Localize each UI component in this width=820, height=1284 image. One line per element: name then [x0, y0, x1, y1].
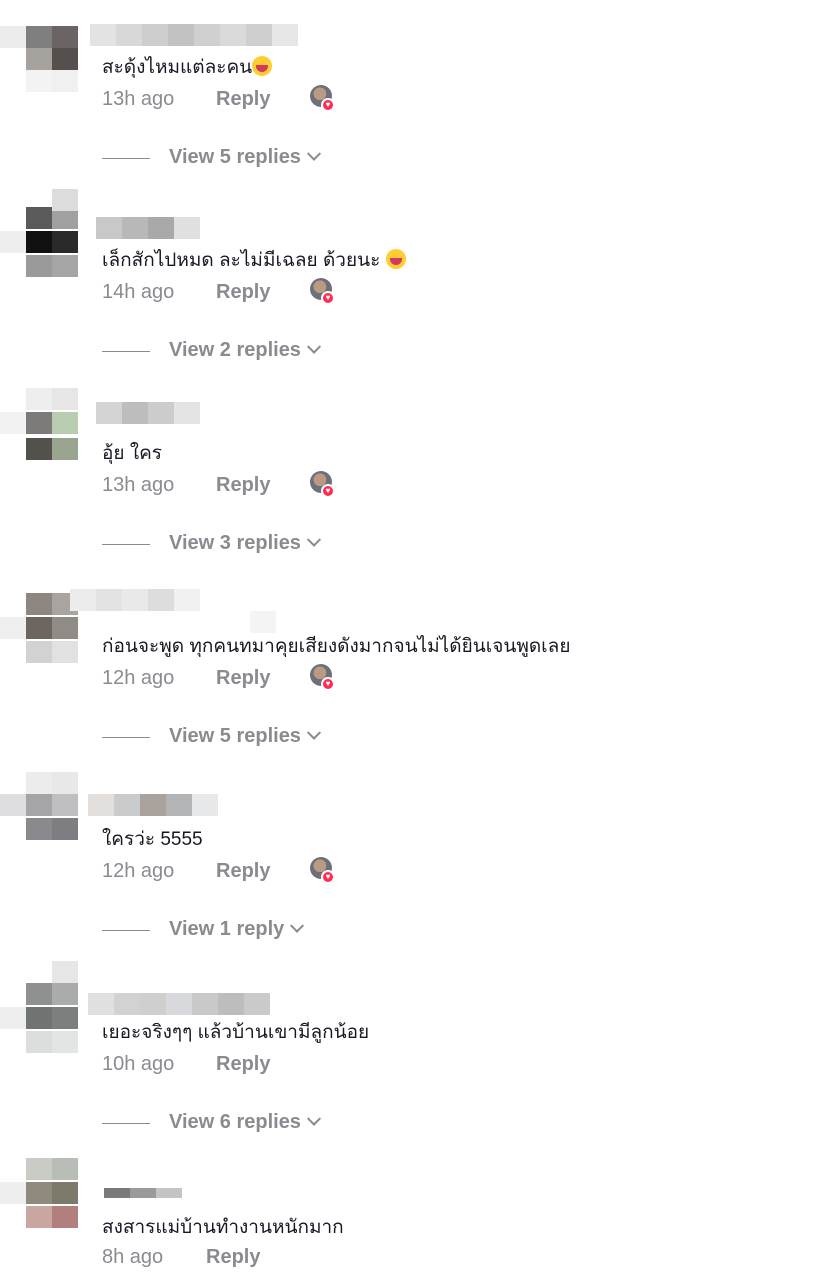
- timestamp: 13h ago: [102, 88, 175, 110]
- comment-body: ใครว่ะ 5555: [102, 829, 203, 850]
- view-replies-label: View 2 replies: [169, 339, 301, 361]
- comment-item: เล็กสักไปหมด ละไม่มีเฉลย ด้วยนะ 14h ago …: [0, 189, 820, 386]
- comment-body: ก่อนจะพูด ทุกคนทมาคุยเสียงดังมากจนไม่ได้…: [102, 636, 571, 657]
- comment-body: สงสารแม่บ้านทำงานหนักมาก: [102, 1217, 344, 1238]
- timestamp: 13h ago: [102, 474, 175, 496]
- reply-button[interactable]: Reply: [216, 860, 270, 883]
- comment-item: ก่อนจะพูด ทุกคนทมาคุยเสียงดังมากจนไม่ได้…: [0, 579, 820, 772]
- heart-icon: ♥: [321, 98, 335, 112]
- comment-item: สงสารแม่บ้านทำงานหนักมาก 8h ago Reply: [0, 1158, 820, 1284]
- divider-dash: [102, 1123, 150, 1124]
- comment-item: สะดุ้งไหมแต่ละคน 13h ago Reply ♥ View 5 …: [0, 0, 820, 193]
- comment-text: เล็กสักไปหมด ละไม่มีเฉลย ด้วยนะ: [102, 245, 406, 275]
- avatar[interactable]: [0, 1158, 110, 1268]
- timestamp: 12h ago: [102, 860, 175, 882]
- view-replies-label: View 5 replies: [169, 146, 301, 168]
- comment-body: อุ้ย ใคร: [102, 443, 163, 464]
- divider-dash: [102, 930, 150, 931]
- avatar[interactable]: [0, 0, 110, 110]
- chevron-down-icon: [290, 918, 305, 933]
- divider-dash: [102, 351, 150, 352]
- chevron-down-icon: [306, 1111, 322, 1126]
- comment-body: สะดุ้งไหมแต่ละคน: [102, 57, 253, 78]
- chevron-down-icon: [306, 725, 322, 740]
- timestamp: 12h ago: [102, 667, 175, 689]
- reply-button[interactable]: Reply: [216, 474, 270, 497]
- view-replies-label: View 3 replies: [169, 532, 301, 554]
- view-replies-label: View 1 reply: [169, 918, 285, 940]
- creator-liked-badge: ♥: [308, 278, 336, 306]
- comment-text: เยอะจริงๆๆ แล้วบ้านเขามีลูกน้อย: [102, 1017, 369, 1047]
- timestamp: 8h ago: [102, 1246, 164, 1268]
- username[interactable]: [96, 217, 200, 239]
- username[interactable]: [90, 24, 300, 46]
- reply-button[interactable]: Reply: [216, 88, 270, 111]
- divider-dash: [102, 544, 150, 545]
- heart-icon: ♥: [321, 484, 335, 498]
- creator-liked-badge: ♥: [308, 85, 336, 113]
- timestamp: 14h ago: [102, 281, 175, 303]
- divider-dash: [102, 737, 150, 738]
- comment-item: อุ้ย ใคร 13h ago Reply ♥ View 3 replies: [0, 386, 820, 579]
- chevron-down-icon: [306, 146, 322, 161]
- laughing-emoji-icon: [252, 56, 273, 76]
- comment-body: เยอะจริงๆๆ แล้วบ้านเขามีลูกน้อย: [102, 1022, 370, 1043]
- creator-liked-badge: ♥: [308, 857, 336, 885]
- comment-text: สงสารแม่บ้านทำงานหนักมาก: [102, 1212, 344, 1242]
- avatar[interactable]: [0, 772, 110, 882]
- view-replies-label: View 6 replies: [169, 1111, 301, 1133]
- comment-item: ใครว่ะ 5555 12h ago Reply ♥ View 1 reply: [0, 772, 820, 965]
- creator-liked-badge: ♥: [308, 471, 336, 499]
- heart-icon: ♥: [321, 870, 335, 884]
- avatar[interactable]: [0, 961, 110, 1075]
- avatar[interactable]: [0, 189, 110, 303]
- divider-dash: [102, 158, 150, 159]
- laughing-emoji-icon: [385, 249, 406, 269]
- reply-button[interactable]: Reply: [206, 1246, 260, 1269]
- comment-text: อุ้ย ใคร: [102, 438, 162, 468]
- comment-text: สะดุ้งไหมแต่ละคน: [102, 52, 273, 82]
- username[interactable]: [88, 993, 270, 1015]
- heart-icon: ♥: [321, 677, 335, 691]
- comment-item: เยอะจริงๆๆ แล้วบ้านเขามีลูกน้อย 10h ago …: [0, 961, 820, 1158]
- username[interactable]: [70, 589, 276, 633]
- view-replies-label: View 5 replies: [169, 725, 301, 747]
- username[interactable]: [104, 1180, 184, 1202]
- reply-button[interactable]: Reply: [216, 1053, 270, 1076]
- comment-text: ใครว่ะ 5555: [102, 824, 203, 854]
- chevron-down-icon: [306, 532, 322, 547]
- timestamp: 10h ago: [102, 1053, 175, 1075]
- creator-liked-badge: ♥: [308, 664, 336, 692]
- comment-text: ก่อนจะพูด ทุกคนทมาคุยเสียงดังมากจนไม่ได้…: [102, 631, 570, 661]
- comment-body: เล็กสักไปหมด ละไม่มีเฉลย ด้วยนะ: [102, 250, 386, 271]
- chevron-down-icon: [306, 339, 322, 354]
- username[interactable]: [88, 794, 218, 816]
- heart-icon: ♥: [321, 291, 335, 305]
- reply-button[interactable]: Reply: [216, 281, 270, 304]
- reply-button[interactable]: Reply: [216, 667, 270, 690]
- avatar[interactable]: [0, 386, 110, 496]
- username[interactable]: [96, 402, 202, 424]
